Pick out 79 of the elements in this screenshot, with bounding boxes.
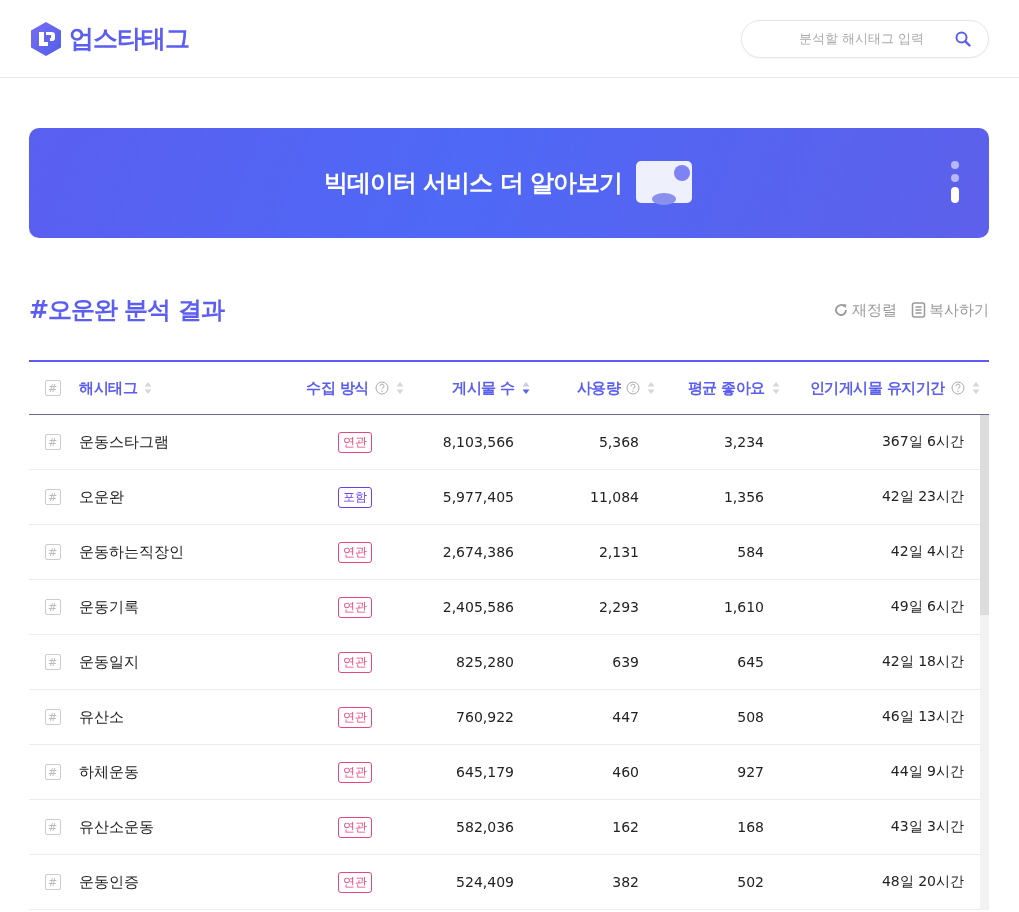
hashtag-cell[interactable]: 운동기록 bbox=[70, 597, 290, 617]
slide-indicator[interactable] bbox=[951, 187, 959, 203]
hashtag-cell[interactable]: 유산소운동 bbox=[70, 817, 290, 837]
hashtag-cell[interactable]: 유산소 bbox=[70, 707, 290, 727]
table-cell-text: 168 bbox=[736, 819, 765, 835]
logo-icon[interactable] bbox=[29, 20, 63, 57]
hashtag-cell[interactable]: 운동일지 bbox=[70, 652, 290, 672]
column-header[interactable]: 수집 방식 bbox=[306, 378, 369, 398]
help-icon[interactable] bbox=[375, 381, 389, 395]
help-icon[interactable] bbox=[951, 381, 965, 395]
table-cell-text: 8,103,566 bbox=[441, 434, 515, 450]
table-cell-text: 760,922 bbox=[455, 709, 515, 725]
banner-text: 빅데이터 서비스 더 알아보기 bbox=[323, 168, 623, 199]
slide-indicator[interactable] bbox=[951, 174, 959, 182]
table-cell-text: 524,409 bbox=[455, 874, 515, 890]
table-cell-text: 460 bbox=[611, 764, 640, 780]
logo-text[interactable]: 업스타태그 bbox=[69, 22, 189, 55]
refresh-icon bbox=[833, 302, 849, 318]
table-cell-text: 582,036 bbox=[455, 819, 515, 835]
table-cell-text: 2,405,586 bbox=[441, 599, 515, 615]
column-header[interactable]: 평균 좋아요 bbox=[687, 378, 765, 398]
search-icon[interactable] bbox=[955, 30, 971, 47]
table-cell-text: 502 bbox=[736, 874, 765, 890]
table-cell-text: 645,179 bbox=[455, 764, 515, 780]
method-tag: 연관 bbox=[338, 871, 372, 893]
method-tag: 연관 bbox=[338, 596, 372, 618]
column-header[interactable]: 게시물 수 bbox=[452, 378, 515, 398]
slide-indicator[interactable] bbox=[951, 161, 959, 169]
table-cell-text: 584 bbox=[736, 544, 765, 560]
table-cell-text: 927 bbox=[736, 764, 765, 780]
hashtag-cell[interactable]: 운동스타그램 bbox=[70, 432, 290, 452]
method-tag: 연관 bbox=[338, 431, 372, 453]
column-header[interactable]: 사용량 bbox=[576, 378, 620, 398]
table-cell-text: 42일 18시간 bbox=[880, 653, 965, 671]
scrollbar[interactable] bbox=[980, 415, 989, 910]
table-cell-text: 49일 6시간 bbox=[889, 598, 965, 616]
table-cell-text: 2,131 bbox=[597, 544, 640, 560]
table-cell-text: 48일 20시간 bbox=[880, 873, 965, 891]
table-cell-text: 1,356 bbox=[722, 489, 765, 505]
method-tag: 연관 bbox=[338, 541, 372, 563]
table-cell-text: 639 bbox=[611, 654, 640, 670]
method-tag: 연관 bbox=[338, 761, 372, 783]
help-icon[interactable] bbox=[626, 381, 640, 395]
promo-banner[interactable]: 빅데이터 서비스 더 알아보기 bbox=[29, 128, 989, 238]
hashtag-cell[interactable]: 하체운동 bbox=[70, 762, 290, 782]
table-cell-text: 42일 4시간 bbox=[889, 543, 965, 561]
table-cell-text: 162 bbox=[611, 819, 640, 835]
table-cell-text: 11,084 bbox=[589, 489, 640, 505]
column-header[interactable]: 인기게시물 유지기간 bbox=[809, 378, 945, 398]
search-field[interactable]: 분석할 해시태그 입력 bbox=[741, 19, 989, 58]
table-cell-text: 1,610 bbox=[722, 599, 765, 615]
table-cell-text: 2,293 bbox=[597, 599, 640, 615]
table-cell-text: 645 bbox=[736, 654, 765, 670]
hashtag-cell[interactable]: 오운완 bbox=[70, 487, 290, 507]
method-tag: 포함 bbox=[338, 486, 372, 508]
method-tag: 연관 bbox=[338, 651, 372, 673]
table-cell-text: 5,977,405 bbox=[441, 489, 515, 505]
table-cell-text: 44일 9시간 bbox=[889, 763, 965, 781]
result-title: #오운완 분석 결과 bbox=[29, 295, 224, 326]
copy-button[interactable]: 복사하기 bbox=[911, 300, 989, 320]
table-cell-text: 3,234 bbox=[722, 434, 765, 450]
table-cell-text: 825,280 bbox=[455, 654, 515, 670]
sort-icon[interactable] bbox=[522, 381, 530, 395]
table-cell-text: 382 bbox=[611, 874, 640, 890]
table-cell-text: 46일 13시간 bbox=[880, 708, 965, 726]
table-cell-text: 5,368 bbox=[597, 434, 640, 450]
column-header[interactable]: 해시태그 bbox=[79, 378, 137, 398]
table-cell-text: 42일 23시간 bbox=[880, 488, 965, 506]
table-cell-text: 447 bbox=[611, 709, 640, 725]
method-tag: 연관 bbox=[338, 706, 372, 728]
table-cell-text: 43일 3시간 bbox=[889, 818, 965, 836]
document-icon bbox=[911, 302, 926, 318]
hashtag-cell[interactable]: 운동하는직장인 bbox=[70, 542, 290, 562]
table-cell-text: 508 bbox=[736, 709, 765, 725]
method-tag: 연관 bbox=[338, 816, 372, 838]
table-cell-text: 367일 6시간 bbox=[880, 433, 965, 451]
table-cell-text: 2,674,386 bbox=[441, 544, 515, 560]
refresh-button[interactable]: 재정렬 bbox=[833, 300, 897, 320]
hashtag-cell[interactable]: 운동인증 bbox=[70, 872, 290, 892]
